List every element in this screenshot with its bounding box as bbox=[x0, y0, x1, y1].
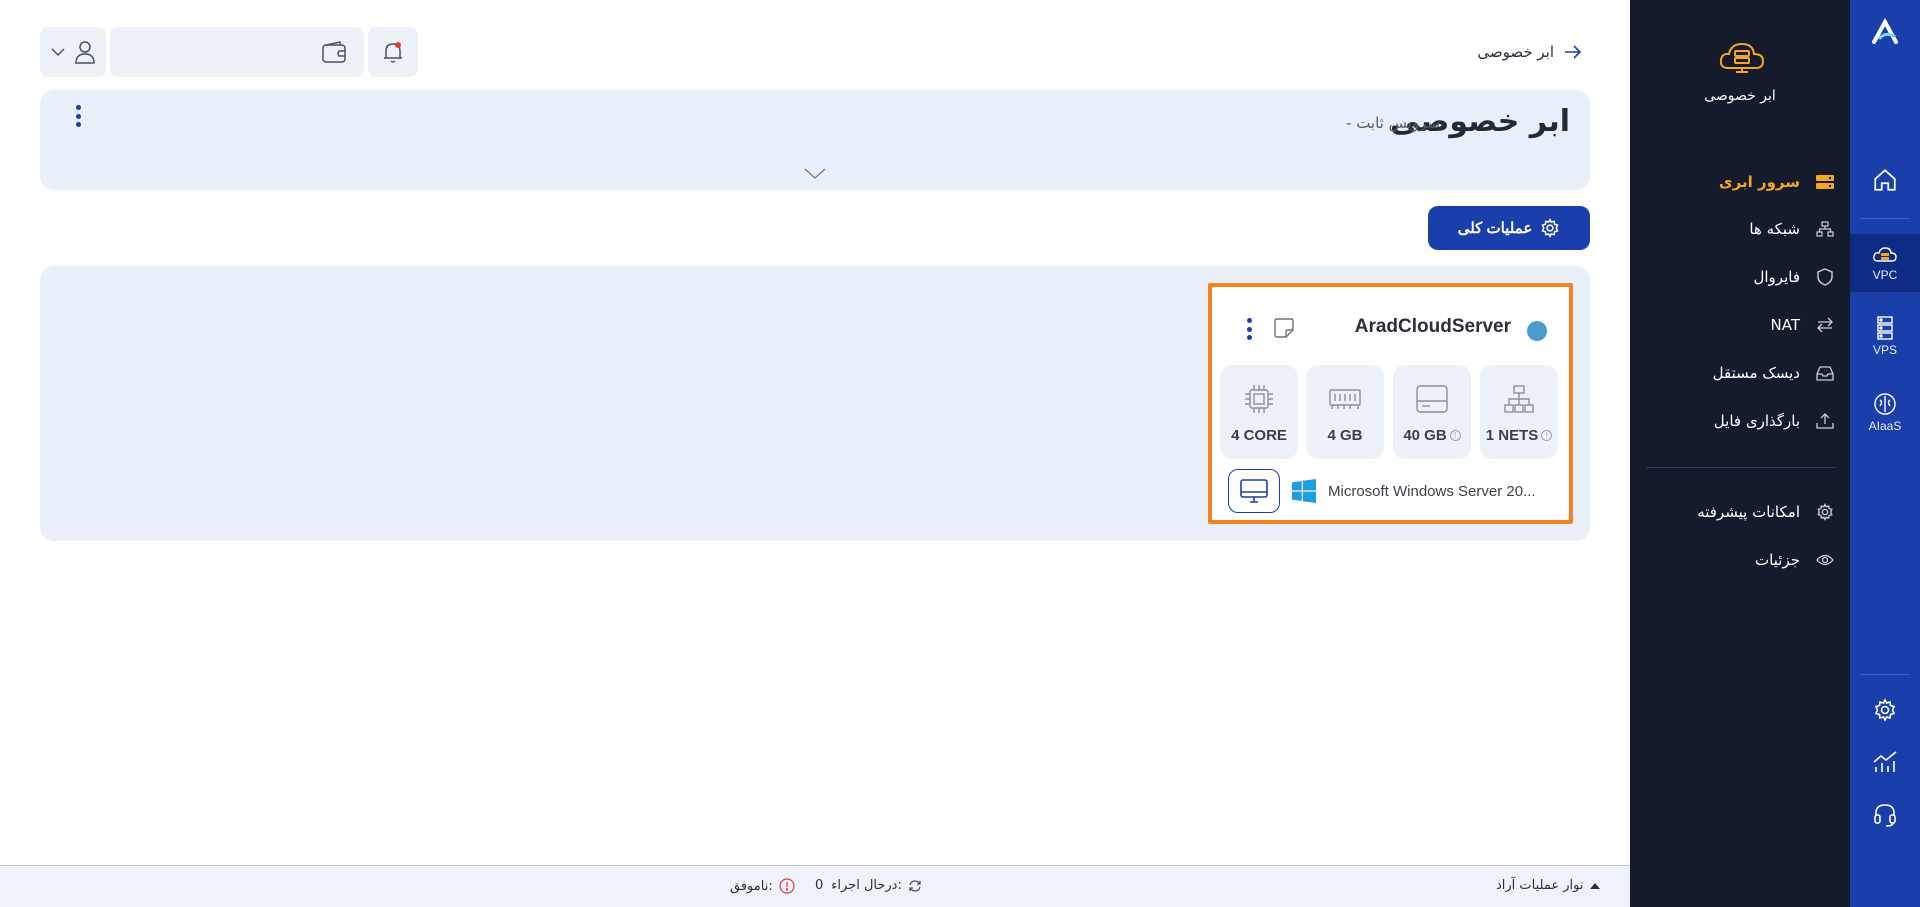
spec-disk: 40 GB! bbox=[1393, 365, 1471, 459]
notifications-button[interactable] bbox=[368, 27, 418, 77]
breadcrumb[interactable]: ابر خصوصی bbox=[1470, 40, 1582, 64]
sidebar-title: ابر خصوصی bbox=[1704, 88, 1776, 104]
breadcrumb-label: ابر خصوصی bbox=[1477, 43, 1554, 61]
rail-aiaas[interactable]: AIaaS bbox=[1850, 386, 1920, 438]
console-button[interactable] bbox=[1228, 469, 1280, 513]
home-icon bbox=[1874, 169, 1896, 191]
failed-label: ناموفق: bbox=[730, 878, 773, 894]
os-name: Microsoft Windows Server 20... bbox=[1328, 482, 1536, 500]
running-operations[interactable]: درحال اجراء: 0 bbox=[815, 878, 922, 893]
rail-vps[interactable]: VPS bbox=[1850, 310, 1920, 362]
bell-icon bbox=[384, 42, 402, 63]
sidebar-item-label: فایروال bbox=[1753, 268, 1800, 286]
wallet-icon bbox=[322, 41, 346, 63]
spec-cpu: 4 CORE bbox=[1220, 365, 1298, 459]
server-more-menu[interactable] bbox=[1246, 318, 1252, 340]
caret-up-icon bbox=[1589, 882, 1601, 890]
sidebar-item-firewall[interactable]: فایروال bbox=[1646, 262, 1836, 292]
spec-networks: 1 NETS! bbox=[1480, 365, 1558, 459]
status-indicator bbox=[1527, 321, 1547, 341]
arrows-icon bbox=[1814, 314, 1836, 336]
server-icon bbox=[1814, 171, 1836, 193]
chevron-down-icon bbox=[51, 48, 65, 57]
sidebar-item-label: امکانات پیشرفته bbox=[1697, 503, 1800, 521]
ai-brain-icon bbox=[1874, 392, 1896, 415]
spec-ram: 4 GB bbox=[1306, 365, 1384, 459]
sidebar-item-cloud-server[interactable]: سرور ابری bbox=[1646, 167, 1836, 197]
private-cloud-icon bbox=[1719, 42, 1765, 73]
upload-icon bbox=[1814, 410, 1836, 432]
spec-value: 40 GB bbox=[1403, 427, 1447, 444]
sidebar-item-label: NAT bbox=[1770, 316, 1800, 334]
sidebar-item-details[interactable]: جزئیات bbox=[1646, 545, 1836, 575]
sidebar-item-advanced[interactable]: امکانات پیشرفته bbox=[1646, 497, 1836, 527]
wallet-button[interactable] bbox=[110, 27, 364, 77]
server-rack-icon bbox=[1877, 315, 1893, 340]
gear-icon bbox=[1540, 218, 1560, 238]
app-rail: VPC VPS AIaaS bbox=[1850, 0, 1920, 907]
service-header: ابر خصوصی - سرویس ثابت bbox=[40, 90, 1590, 190]
operations-bar-label: نوار عملیات آراد bbox=[1496, 878, 1584, 893]
general-operations-label: عملیات کلی bbox=[1457, 220, 1533, 237]
rail-vpc[interactable]: VPC bbox=[1850, 234, 1920, 292]
user-icon bbox=[75, 41, 95, 64]
gear-icon bbox=[1874, 698, 1896, 722]
os-row: Microsoft Windows Server 20... bbox=[1228, 469, 1553, 513]
network-icon bbox=[1814, 218, 1836, 240]
note-icon[interactable] bbox=[1273, 317, 1295, 339]
sidebar-item-label: دیسک مستقل bbox=[1712, 364, 1800, 382]
sidebar-item-networks[interactable]: شبکه ها bbox=[1646, 214, 1836, 244]
operations-bar[interactable]: نوار عملیات آراد درحال اجراء: 0 ناموفق: bbox=[0, 865, 1630, 907]
rail-settings[interactable] bbox=[1850, 694, 1920, 726]
windows-icon bbox=[1292, 479, 1316, 503]
disk-icon bbox=[1416, 383, 1448, 415]
sidebar-item-label: بارگذاری فایل bbox=[1713, 412, 1800, 430]
general-operations-button[interactable]: عملیات کلی bbox=[1428, 206, 1590, 250]
chevron-down-icon[interactable] bbox=[804, 168, 826, 180]
user-menu-button[interactable] bbox=[40, 27, 106, 77]
sidebar-item-label: سرور ابری bbox=[1718, 173, 1800, 191]
running-label: درحال اجراء: bbox=[831, 878, 902, 893]
rail-vpc-label: VPC bbox=[1872, 267, 1898, 282]
ram-icon bbox=[1329, 383, 1361, 415]
app-logo-icon[interactable] bbox=[1870, 18, 1900, 46]
cpu-icon bbox=[1244, 383, 1274, 415]
error-icon bbox=[779, 878, 795, 894]
shield-icon bbox=[1814, 266, 1836, 288]
server-card[interactable]: AradCloudServer 1 NETS! 40 GB! 4 GB 4 CO… bbox=[1208, 283, 1573, 524]
operations-bar-toggle[interactable]: نوار عملیات آراد bbox=[1496, 878, 1601, 893]
sidebar-divider bbox=[1646, 467, 1836, 468]
disk-icon bbox=[1814, 362, 1836, 384]
network-icon bbox=[1504, 383, 1534, 415]
headset-icon bbox=[1874, 804, 1896, 827]
rail-support[interactable] bbox=[1850, 798, 1920, 832]
rail-aiaas-label: AIaaS bbox=[1868, 418, 1902, 433]
arrow-right-icon[interactable] bbox=[1564, 45, 1582, 59]
spec-value: 4 GB bbox=[1327, 427, 1363, 444]
sidebar-item-nat[interactable]: NAT bbox=[1646, 310, 1836, 340]
server-name[interactable]: AradCloudServer bbox=[1355, 316, 1511, 338]
rail-home[interactable] bbox=[1850, 160, 1920, 200]
sidebar: ابر خصوصی سرور ابری شبکه ها فایروال NAT … bbox=[1630, 0, 1850, 907]
rail-reports[interactable] bbox=[1850, 746, 1920, 778]
page-subtitle: - سرویس ثابت bbox=[1346, 114, 1440, 132]
sync-icon bbox=[908, 879, 922, 893]
info-icon[interactable]: ! bbox=[1541, 430, 1553, 441]
failed-operations[interactable]: ناموفق: bbox=[730, 878, 795, 894]
cloud-server-icon bbox=[1873, 246, 1897, 262]
sidebar-item-label: جزئیات bbox=[1755, 551, 1800, 569]
rail-vps-label: VPS bbox=[1872, 342, 1897, 357]
monitor-icon bbox=[1240, 479, 1268, 503]
chart-icon bbox=[1873, 751, 1897, 772]
spec-value: 1 NETS bbox=[1485, 427, 1539, 444]
running-count: 0 bbox=[815, 878, 824, 893]
sidebar-item-disk[interactable]: دیسک مستقل bbox=[1646, 358, 1836, 388]
sidebar-item-label: شبکه ها bbox=[1749, 220, 1800, 238]
header-more-menu[interactable] bbox=[75, 105, 81, 127]
info-icon[interactable]: ! bbox=[1449, 430, 1461, 441]
eye-icon bbox=[1814, 549, 1836, 571]
spec-value: 4 CORE bbox=[1231, 427, 1287, 444]
gear-icon bbox=[1814, 501, 1836, 523]
sidebar-item-upload[interactable]: بارگذاری فایل bbox=[1646, 406, 1836, 436]
